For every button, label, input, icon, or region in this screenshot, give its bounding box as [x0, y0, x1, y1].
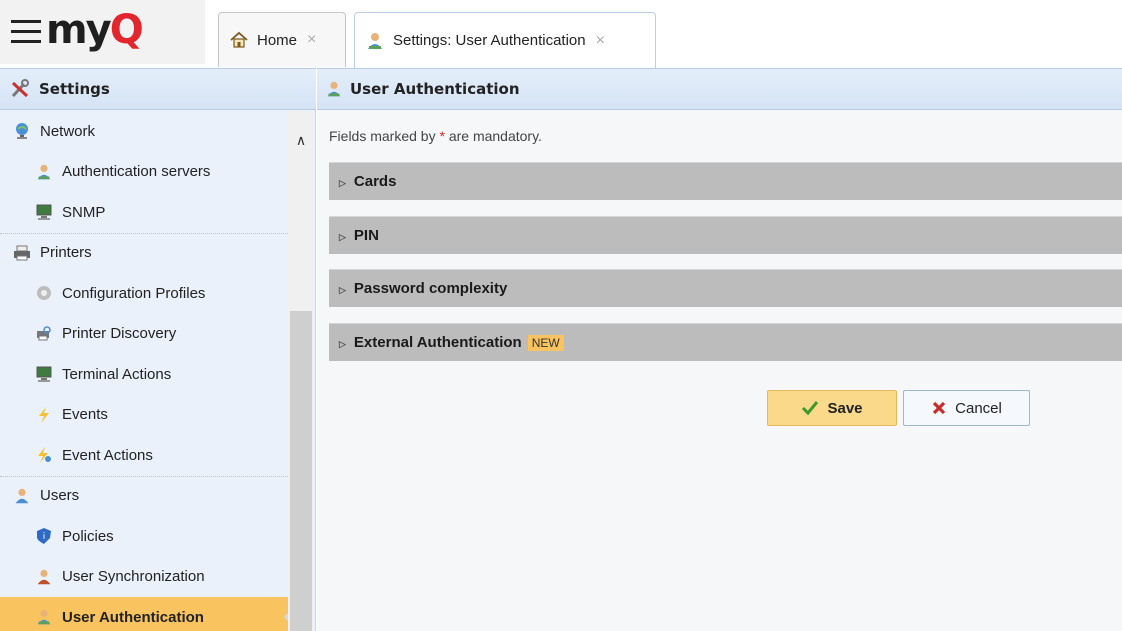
sidebar-item-label: Users [40, 487, 80, 505]
user-icon [12, 486, 32, 506]
sidebar-item-label: Printer Discovery [62, 325, 177, 343]
sidebar-item-user-synchronization[interactable]: User Synchronization [0, 557, 288, 598]
sidebar-item-label: Authentication servers [62, 163, 211, 181]
home-icon [229, 30, 249, 50]
section-label: Password complexity [353, 280, 508, 297]
printer-search-icon [34, 324, 54, 344]
sidebar-item-event-actions[interactable]: Event Actions [0, 435, 288, 476]
section-pin[interactable]: ▷ PIN [329, 216, 1122, 254]
sidebar-item-label: Terminal Actions [62, 365, 172, 383]
sidebar-nav-list: Network Authentication servers SNMP Prin… [0, 111, 290, 631]
monitor-icon [34, 202, 54, 222]
sidebar-item-authentication-servers[interactable]: Authentication servers [0, 152, 288, 193]
monitor-icon [34, 364, 54, 384]
cancel-label: Cancel [955, 399, 1002, 417]
page-title: User Authentication [350, 80, 520, 98]
close-icon [931, 400, 947, 416]
user-key-icon [34, 607, 54, 627]
section-label: Cards [353, 173, 397, 190]
section-label: PIN [353, 227, 379, 244]
section-password-complexity[interactable]: ▷ Password complexity [329, 269, 1122, 307]
settings-sidebar: Settings Network Authentication servers … [0, 68, 316, 631]
sidebar-item-label: User Synchronization [62, 568, 205, 586]
expand-caret-icon: ▷ [339, 232, 346, 242]
save-label: Save [827, 399, 863, 417]
shield-icon: i [34, 526, 54, 546]
main-header: User Authentication [317, 68, 1122, 110]
sidebar-item-label: Events [62, 406, 108, 424]
mandatory-prefix: Fields marked by [329, 128, 440, 144]
cancel-button[interactable]: Cancel [903, 390, 1030, 426]
sidebar-item-label: Printers [40, 244, 92, 262]
section-external-authentication[interactable]: ▷ External Authentication NEW [329, 323, 1122, 361]
sidebar-item-label: Network [40, 122, 96, 140]
tab-user-authentication-label: Settings: User Authentication [393, 32, 586, 49]
sidebar-item-snmp[interactable]: SNMP [0, 192, 288, 233]
tab-home-label: Home [257, 31, 298, 49]
sidebar-header: Settings [0, 68, 316, 110]
tab-home[interactable]: Home × [218, 12, 346, 67]
sidebar-item-network[interactable]: Network [0, 111, 288, 152]
new-badge: NEW [527, 334, 564, 351]
svg-text:i: i [43, 532, 46, 542]
user-key-icon [325, 80, 343, 98]
expand-caret-icon: ▷ [339, 178, 346, 188]
mandatory-suffix: are mandatory. [444, 128, 542, 144]
hamburger-menu-icon[interactable] [11, 20, 43, 44]
logo-area: myQ [0, 0, 205, 64]
tab-user-authentication-close-icon[interactable]: × [596, 32, 605, 50]
section-label: External Authentication [353, 334, 522, 351]
sidebar-title: Settings [39, 80, 110, 98]
user-sync-icon [34, 567, 54, 587]
sidebar-item-printer-discovery[interactable]: Printer Discovery [0, 314, 288, 355]
sidebar-item-policies[interactable]: i Policies [0, 516, 288, 557]
network-globe-icon [12, 121, 32, 141]
scroll-thumb[interactable] [290, 311, 312, 631]
user-key-icon [34, 162, 54, 182]
gear-icon [34, 283, 54, 303]
logo-text-q: Q [109, 7, 144, 53]
checkmark-icon [801, 400, 819, 416]
lightning-gear-icon [34, 445, 54, 465]
tab-user-authentication[interactable]: Settings: User Authentication × [354, 12, 656, 68]
expand-caret-icon: ▷ [339, 339, 346, 349]
sidebar-item-user-authentication[interactable]: User Authentication [0, 597, 290, 631]
sidebar-item-label: Event Actions [62, 446, 153, 464]
sidebar-item-printers[interactable]: Printers [0, 232, 288, 274]
sidebar-item-events[interactable]: Events [0, 395, 288, 436]
sidebar-item-label: Configuration Profiles [62, 284, 206, 302]
sidebar-scrollbar[interactable]: ∧ [288, 111, 314, 631]
save-button[interactable]: Save [767, 390, 897, 426]
sidebar-item-label: User Authentication [62, 608, 204, 626]
printer-icon [12, 243, 32, 263]
scroll-up-chevron-icon[interactable]: ∧ [288, 131, 314, 151]
sidebar-item-configuration-profiles[interactable]: Configuration Profiles [0, 273, 288, 314]
sidebar-item-label: Policies [62, 527, 114, 545]
section-cards[interactable]: ▷ Cards [329, 162, 1122, 200]
sidebar-item-terminal-actions[interactable]: Terminal Actions [0, 354, 288, 395]
tools-icon [10, 79, 32, 99]
lightning-icon [34, 405, 54, 425]
expand-caret-icon: ▷ [339, 285, 346, 295]
logo-text-my: my [46, 7, 112, 53]
mandatory-note: Fields marked by * are mandatory. [329, 128, 542, 144]
myq-logo: myQ [46, 7, 144, 53]
main-panel: User Authentication Fields marked by * a… [317, 68, 1122, 631]
user-key-icon [365, 31, 385, 51]
sidebar-item-label: SNMP [62, 203, 106, 221]
tab-home-close-icon[interactable]: × [307, 31, 316, 49]
top-bar: myQ Home × Settings: User Authentication… [0, 0, 1122, 68]
sidebar-item-users[interactable]: Users [0, 475, 288, 517]
